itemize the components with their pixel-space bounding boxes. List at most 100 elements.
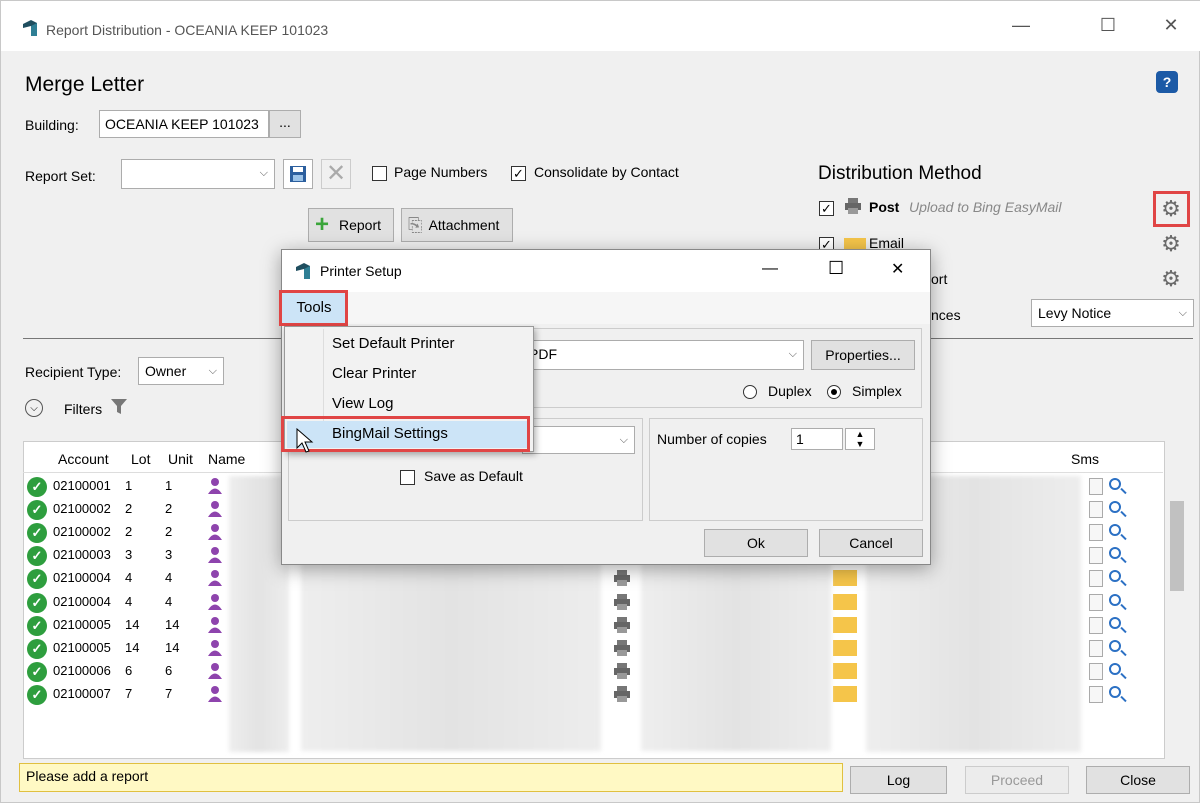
- post-checkbox[interactable]: ✓: [819, 201, 834, 216]
- dialog-close-button[interactable]: ✕: [891, 259, 904, 279]
- highlight-box: [281, 416, 530, 452]
- cell-account: 02100001: [53, 478, 111, 493]
- log-button[interactable]: Log: [850, 766, 947, 794]
- cell-unit: 3: [165, 547, 173, 563]
- delete-report-set-button[interactable]: ✕: [321, 159, 351, 189]
- close-button[interactable]: Close: [1086, 766, 1190, 794]
- add-report-button[interactable]: + Report: [308, 208, 394, 242]
- save-as-default-checkbox[interactable]: [400, 470, 415, 485]
- menu-item-clear-printer[interactable]: Clear Printer: [332, 365, 416, 382]
- person-icon: [208, 570, 222, 587]
- chevron-down-icon: ⌵: [259, 167, 268, 179]
- properties-button[interactable]: Properties...: [811, 340, 915, 370]
- printer-select[interactable]: PDF ⌵: [522, 340, 804, 370]
- cell-lot: 1: [125, 478, 133, 493]
- search-icon[interactable]: [1109, 570, 1121, 583]
- document-icon[interactable]: [1089, 524, 1103, 542]
- duplex-radio[interactable]: [743, 385, 757, 399]
- close-icon: ✕: [325, 160, 347, 187]
- distribution-heading: Distribution Method: [818, 163, 982, 184]
- search-icon[interactable]: [1109, 524, 1121, 537]
- check-circle-icon: ✓: [27, 638, 47, 659]
- ok-button[interactable]: Ok: [704, 529, 808, 557]
- plus-icon: +: [315, 211, 330, 238]
- cell-lot: 14: [125, 616, 140, 632]
- building-browse-button[interactable]: ...: [269, 110, 301, 138]
- copies-field[interactable]: 1: [791, 428, 843, 450]
- search-icon[interactable]: [1109, 478, 1121, 490]
- close-window-button[interactable]: ✕: [1151, 15, 1191, 36]
- cell-unit: 4: [165, 570, 173, 586]
- help-icon[interactable]: ?: [1156, 71, 1178, 93]
- document-icon[interactable]: [1089, 570, 1103, 588]
- column-header-sms[interactable]: Sms: [1071, 451, 1099, 467]
- column-header-unit[interactable]: Unit: [168, 451, 193, 467]
- check-circle-icon: ✓: [27, 477, 47, 497]
- column-header-name[interactable]: Name: [208, 451, 245, 467]
- search-icon[interactable]: [1109, 662, 1121, 675]
- recipient-type-select[interactable]: Owner ⌵: [138, 357, 224, 385]
- cell-account: 02100002: [53, 524, 111, 540]
- check-circle-icon: ✓: [27, 615, 47, 636]
- duplex-label: Duplex: [768, 383, 812, 399]
- search-icon[interactable]: [1109, 593, 1121, 606]
- post-label: Post: [869, 199, 900, 215]
- consolidate-checkbox[interactable]: ✓: [511, 166, 526, 181]
- email-settings-gear-icon[interactable]: ⚙: [1159, 232, 1183, 256]
- app-logo-icon: [23, 20, 37, 36]
- dialog-minimize-button[interactable]: —: [762, 260, 778, 278]
- proceed-button[interactable]: Proceed: [965, 766, 1069, 794]
- column-header-account[interactable]: Account: [58, 451, 109, 467]
- report-set-select[interactable]: ⌵: [121, 159, 275, 189]
- add-attachment-button[interactable]: ⎘ Attachment: [401, 208, 513, 242]
- search-icon[interactable]: [1109, 616, 1121, 629]
- building-field[interactable]: OCEANIA KEEP 101023: [99, 110, 269, 138]
- expand-filters-chevron-icon[interactable]: ⌵: [25, 399, 43, 417]
- person-icon: [208, 501, 222, 518]
- column-header-lot[interactable]: Lot: [131, 451, 150, 467]
- filters-label: Filters: [64, 401, 103, 417]
- cell-account: 02100005: [53, 639, 111, 655]
- printer-icon: [614, 616, 630, 633]
- dialog-title-bar: Printer Setup — ☐ ✕: [282, 250, 930, 292]
- paper-tray-select[interactable]: ⌵: [522, 426, 635, 454]
- cell-unit: 2: [165, 501, 173, 517]
- document-icon[interactable]: [1089, 547, 1103, 565]
- save-report-set-button[interactable]: [283, 159, 313, 189]
- search-icon[interactable]: [1109, 547, 1121, 560]
- search-icon[interactable]: [1109, 639, 1121, 652]
- document-icon[interactable]: [1089, 616, 1103, 634]
- menu-item-set-default-printer[interactable]: Set Default Printer: [332, 335, 455, 352]
- chevron-down-icon: ⌵: [208, 365, 217, 377]
- copies-spinner[interactable]: ▲ ▼: [845, 428, 875, 450]
- row3-settings-gear-icon[interactable]: ⚙: [1159, 267, 1183, 291]
- document-icon[interactable]: [1089, 685, 1103, 703]
- document-icon[interactable]: [1089, 639, 1103, 657]
- document-icon[interactable]: [1089, 593, 1103, 611]
- minimize-button[interactable]: —: [1001, 15, 1041, 36]
- page-numbers-label: Page Numbers: [394, 164, 488, 180]
- building-label: Building:: [25, 117, 79, 133]
- search-icon[interactable]: [1109, 501, 1121, 514]
- simplex-radio[interactable]: [827, 385, 841, 399]
- cancel-button[interactable]: Cancel: [819, 529, 923, 557]
- template-select[interactable]: Levy Notice ⌵: [1031, 299, 1194, 327]
- grid-scrollbar[interactable]: [1166, 471, 1188, 755]
- cell-lot: 7: [125, 685, 133, 701]
- menu-item-view-log[interactable]: View Log: [332, 395, 393, 412]
- filter-icon[interactable]: [109, 397, 131, 417]
- search-icon[interactable]: [1109, 685, 1121, 698]
- highlight-box: [1153, 191, 1190, 227]
- check-circle-icon: ✓: [27, 546, 47, 567]
- mouse-cursor-icon: [296, 428, 314, 453]
- maximize-button[interactable]: ☐: [1088, 15, 1128, 36]
- dialog-maximize-button[interactable]: ☐: [828, 258, 844, 279]
- copies-label: Number of copies: [657, 431, 767, 447]
- document-icon[interactable]: [1089, 478, 1103, 495]
- add-report-label: Report: [338, 217, 382, 233]
- dialog-menubar: Tools: [282, 292, 930, 324]
- document-icon[interactable]: [1089, 662, 1103, 680]
- scrollbar-thumb[interactable]: [1170, 501, 1184, 591]
- document-icon[interactable]: [1089, 501, 1103, 519]
- page-numbers-checkbox[interactable]: [372, 166, 387, 181]
